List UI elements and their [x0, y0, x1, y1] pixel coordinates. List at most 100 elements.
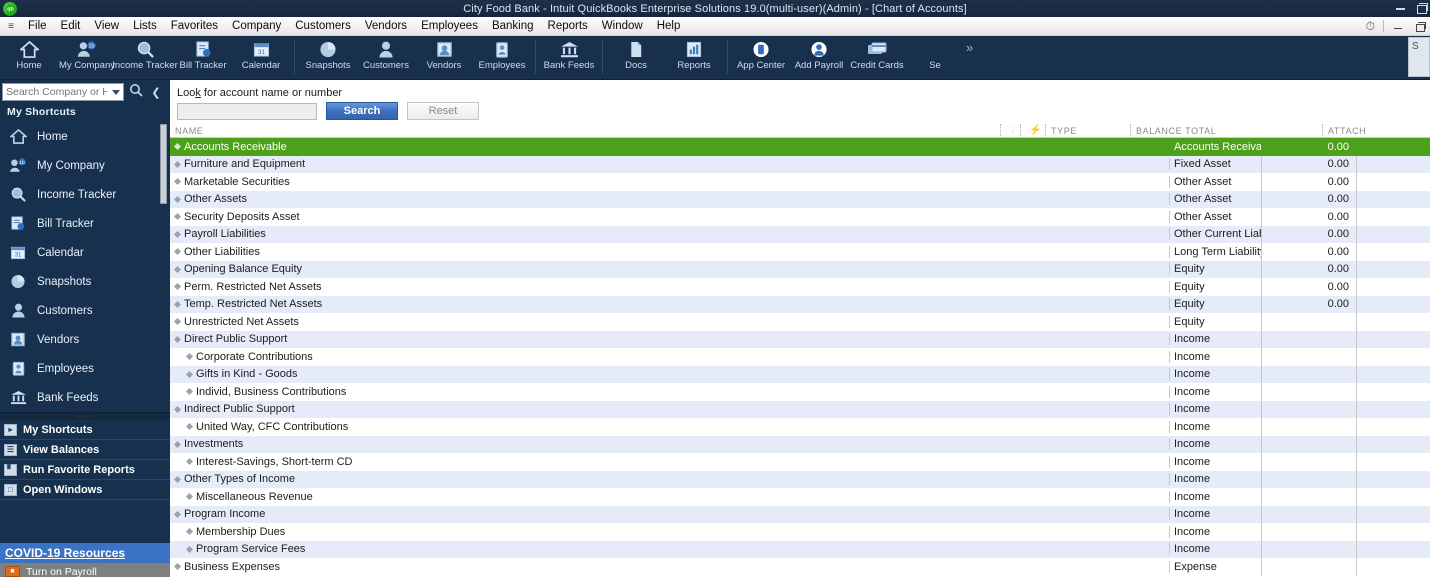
toolbar-docs[interactable]: Docs — [607, 36, 665, 78]
table-row[interactable]: Perm. Restricted Net Assets Equity 0.00 — [170, 278, 1430, 296]
sidebar-item-home[interactable]: Home — [0, 122, 170, 151]
cell-attach[interactable] — [1357, 523, 1427, 541]
expand-diamond-icon[interactable] — [173, 335, 182, 343]
sidebar-collapse-button[interactable]: ❮ — [148, 83, 164, 102]
cell-attach[interactable] — [1357, 436, 1427, 454]
column-header-balance-total[interactable]: BALANCE TOTAL — [1130, 123, 1322, 138]
search-company-box[interactable] — [2, 83, 124, 101]
table-row[interactable]: Opening Balance Equity Equity 0.00 — [170, 260, 1430, 279]
table-row[interactable]: Temp. Restricted Net Assets Equity 0.00 — [170, 295, 1430, 314]
sidebar-item-calendar[interactable]: 31 Calendar — [0, 238, 170, 267]
menu-help[interactable]: Help — [650, 18, 688, 34]
menu-edit[interactable]: Edit — [54, 18, 88, 34]
expand-diamond-icon[interactable] — [173, 510, 182, 518]
table-row[interactable]: Investments Income — [170, 435, 1430, 454]
menu-reports[interactable]: Reports — [541, 18, 595, 34]
toolbar-right-stub[interactable]: S — [1408, 37, 1430, 77]
cell-attach[interactable] — [1357, 488, 1427, 506]
expand-diamond-icon[interactable] — [185, 423, 194, 431]
expand-diamond-icon[interactable] — [173, 213, 182, 221]
cell-attach[interactable] — [1357, 331, 1427, 349]
system-menu-icon[interactable]: ≡ — [3, 21, 19, 32]
table-row[interactable]: Accounts ReceivableAccounts Receivable0.… — [170, 138, 1430, 156]
cell-attach[interactable] — [1357, 348, 1427, 366]
menu-employees[interactable]: Employees — [414, 18, 485, 34]
table-row[interactable]: Other Types of Income Income — [170, 470, 1430, 489]
document-minimize-button[interactable] — [1392, 20, 1405, 32]
sidebar-item-bill-tracker[interactable]: Bill Tracker — [0, 209, 170, 238]
table-row[interactable]: Corporate Contributions Income — [170, 348, 1430, 366]
column-sort-grip-icon[interactable]: ⦙ — [1000, 123, 1020, 138]
sidebar-item-my-company[interactable]: 1b My Company — [0, 151, 170, 180]
toolbar-snapshots[interactable]: Snapshots — [299, 36, 357, 78]
cell-attach[interactable] — [1357, 313, 1427, 331]
expand-diamond-icon[interactable] — [185, 528, 194, 536]
column-header-type[interactable]: TYPE — [1045, 123, 1130, 138]
toolbar-app-center[interactable]: App Center — [732, 36, 790, 78]
cell-attach[interactable] — [1357, 471, 1427, 489]
turn-on-payroll-banner[interactable]: ■ Turn on Payroll — [0, 563, 170, 577]
toolbar-vendors[interactable]: Vendors — [415, 36, 473, 78]
table-row[interactable]: Other Liabilities Long Term Liability 0.00 — [170, 243, 1430, 261]
chevron-down-icon[interactable] — [112, 89, 120, 95]
table-row[interactable]: Gifts in Kind - Goods Income — [170, 365, 1430, 384]
table-row[interactable]: Indirect Public Support Income — [170, 400, 1430, 418]
menu-view[interactable]: View — [87, 18, 126, 34]
sidebar-item-employees[interactable]: Employees — [0, 354, 170, 383]
menu-lists[interactable]: Lists — [126, 18, 164, 34]
menu-company[interactable]: Company — [225, 18, 288, 34]
search-submit-button[interactable] — [125, 83, 147, 102]
cell-attach[interactable] — [1357, 366, 1427, 384]
expand-diamond-icon[interactable] — [173, 440, 182, 448]
cell-attach[interactable] — [1357, 243, 1427, 261]
sidebar-splitter-handle[interactable]: ··· — [0, 412, 170, 420]
table-row[interactable]: Other Assets Other Asset 0.00 — [170, 190, 1430, 209]
document-restore-button[interactable] — [1413, 20, 1426, 32]
toolbar-home[interactable]: Home — [0, 36, 58, 78]
table-row[interactable]: Program Income Income — [170, 505, 1430, 523]
expand-diamond-icon[interactable] — [173, 248, 182, 256]
cell-attach[interactable] — [1357, 156, 1427, 174]
toolbar-services[interactable]: Se — [906, 36, 964, 78]
cell-attach[interactable] — [1357, 261, 1427, 279]
toolbar-employees[interactable]: Employees — [473, 36, 531, 78]
panel-open-windows[interactable]: □ Open Windows — [0, 480, 170, 500]
panel-my-shortcuts[interactable]: ▸ My Shortcuts — [0, 420, 170, 440]
column-header-attach[interactable]: ATTACH — [1322, 123, 1392, 138]
table-row[interactable]: Direct Public Support Income — [170, 330, 1430, 349]
toolbar-income-tracker[interactable]: Income Tracker — [112, 36, 178, 78]
cell-attach[interactable] — [1357, 558, 1427, 576]
table-row[interactable]: Marketable Securities Other Asset 0.00 — [170, 173, 1430, 191]
cell-attach[interactable] — [1357, 418, 1427, 436]
sidebar-scrollbar-thumb[interactable] — [160, 124, 167, 204]
reset-button[interactable]: Reset — [407, 102, 479, 120]
cell-attach[interactable] — [1357, 191, 1427, 209]
cell-attach[interactable] — [1357, 208, 1427, 226]
sidebar-item-vendors[interactable]: Vendors — [0, 325, 170, 354]
window-restore-button[interactable] — [1414, 1, 1428, 14]
table-row[interactable]: Unrestricted Net Assets Equity — [170, 313, 1430, 331]
clock-icon[interactable]: ⏱ — [1366, 19, 1375, 34]
expand-diamond-icon[interactable] — [173, 160, 182, 168]
cell-attach[interactable] — [1357, 173, 1427, 191]
menu-favorites[interactable]: Favorites — [164, 18, 225, 34]
toolbar-overflow-icon[interactable]: » — [966, 40, 973, 55]
menu-banking[interactable]: Banking — [485, 18, 541, 34]
panel-view-balances[interactable]: ☰ View Balances — [0, 440, 170, 460]
expand-diamond-icon[interactable] — [173, 283, 182, 291]
cell-attach[interactable] — [1357, 296, 1427, 314]
table-row[interactable]: Membership Dues Income — [170, 523, 1430, 541]
search-button[interactable]: Search — [326, 102, 398, 120]
table-row[interactable]: Program Service Fees Income — [170, 540, 1430, 558]
expand-diamond-icon[interactable] — [173, 230, 182, 238]
toolbar-my-company[interactable]: 1b My Company — [58, 36, 116, 78]
toolbar-reports[interactable]: Reports — [665, 36, 723, 78]
expand-diamond-icon[interactable] — [185, 493, 194, 501]
account-search-input[interactable] — [177, 102, 317, 120]
toolbar-calendar[interactable]: 31 Calendar — [232, 36, 290, 78]
sidebar-item-bank-feeds[interactable]: Bank Feeds — [0, 383, 170, 412]
cell-attach[interactable] — [1357, 226, 1427, 244]
menu-vendors[interactable]: Vendors — [358, 18, 414, 34]
menu-customers[interactable]: Customers — [288, 18, 358, 34]
table-row[interactable]: Interest-Savings, Short-term CD Income — [170, 453, 1430, 471]
